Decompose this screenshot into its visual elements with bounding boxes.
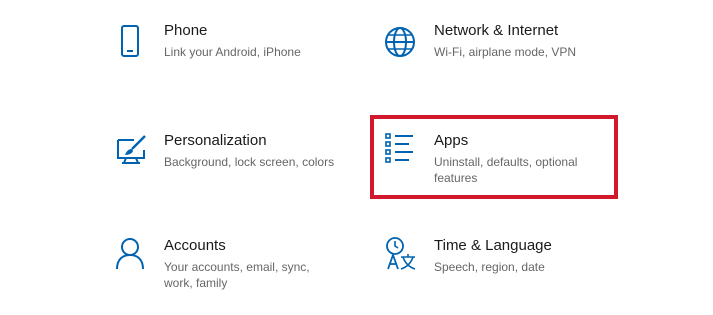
settings-tile-phone[interactable]: Phone Link your Android, iPhone — [114, 22, 354, 82]
tile-title: Accounts — [164, 237, 226, 254]
tile-description: Wi-Fi, airplane mode, VPN — [434, 45, 577, 59]
phone-icon — [114, 22, 154, 62]
settings-page: Phone Link your Android, iPhone Network … — [0, 0, 713, 315]
settings-tile-time-language[interactable]: Time & Language Speech, region, date — [384, 237, 624, 297]
tile-description: Background, lock screen, colors — [164, 155, 335, 169]
time-language-icon — [384, 237, 424, 277]
person-icon — [114, 237, 154, 277]
tile-description: Your accounts, email, sync, work, family — [164, 260, 310, 290]
paintbrush-monitor-icon — [114, 132, 154, 172]
tile-title: Network & Internet — [434, 22, 559, 39]
globe-icon — [384, 22, 424, 62]
tile-title: Time & Language — [434, 237, 552, 254]
tile-description: Link your Android, iPhone — [164, 45, 301, 59]
tile-title: Personalization — [164, 132, 267, 149]
tile-title: Phone — [164, 22, 208, 39]
settings-tile-accounts[interactable]: Accounts Your accounts, email, sync, wor… — [114, 237, 354, 297]
settings-tile-personalization[interactable]: Personalization Background, lock screen,… — [114, 132, 354, 192]
settings-tile-network-internet[interactable]: Network & Internet Wi-Fi, airplane mode,… — [384, 22, 644, 82]
tile-description: Speech, region, date — [434, 260, 545, 274]
highlight-box — [370, 115, 618, 199]
